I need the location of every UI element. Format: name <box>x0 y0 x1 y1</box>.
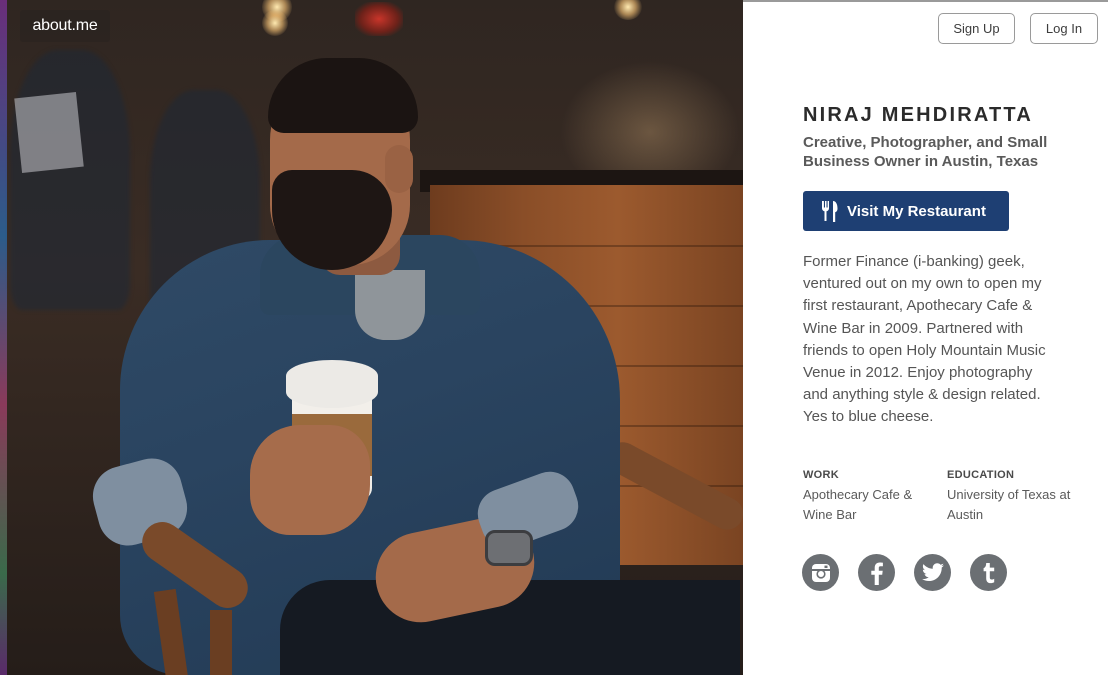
profile-page: about.me Sign Up Log In NIRAJ MEHDIRATTA… <box>0 0 1108 675</box>
chair-leg <box>210 610 232 675</box>
profile-background-photo: about.me <box>0 0 743 675</box>
profile-bio: Former Finance (i-banking) geek, venture… <box>803 253 1046 426</box>
person-ear <box>385 145 413 193</box>
education-value: University of Texas at Austin <box>947 487 1071 522</box>
instagram-icon[interactable] <box>802 554 839 591</box>
twitter-icon[interactable] <box>914 554 951 591</box>
visit-restaurant-label: Visit My Restaurant <box>847 202 986 220</box>
profile-name: NIRAJ MEHDIRATTA <box>803 104 1034 126</box>
background-person <box>10 50 130 310</box>
person-tshirt <box>355 270 425 340</box>
work-value: Apothecary Cafe & Wine Bar <box>803 487 913 522</box>
education-label: EDUCATION <box>947 469 1015 481</box>
tumblr-icon[interactable] <box>970 554 1007 591</box>
work-section: WORK Apothecary Cafe & Wine Bar <box>803 469 933 525</box>
wristwatch <box>485 530 533 566</box>
background-paper <box>14 91 84 174</box>
work-label: WORK <box>803 469 840 481</box>
sign-up-button[interactable]: Sign Up <box>938 13 1015 44</box>
visit-restaurant-button[interactable]: Visit My Restaurant <box>803 191 1009 231</box>
fork-knife-icon <box>822 201 838 222</box>
about-me-logo[interactable]: about.me <box>20 10 110 42</box>
ceiling-light <box>614 0 642 20</box>
person-hand <box>250 425 370 535</box>
person-hair <box>268 58 418 133</box>
education-section: EDUCATION University of Texas at Austin <box>947 469 1077 525</box>
exit-sign <box>355 2 403 36</box>
profile-headline: Creative, Photographer, and Small Busine… <box>803 134 1048 170</box>
shelf-glow <box>560 60 740 180</box>
desktop-edge <box>0 0 7 675</box>
ceiling-light <box>262 10 288 36</box>
log-in-button[interactable]: Log In <box>1030 13 1098 44</box>
facebook-icon[interactable] <box>858 554 895 591</box>
profile-panel: Sign Up Log In NIRAJ MEHDIRATTA Creative… <box>743 0 1108 675</box>
